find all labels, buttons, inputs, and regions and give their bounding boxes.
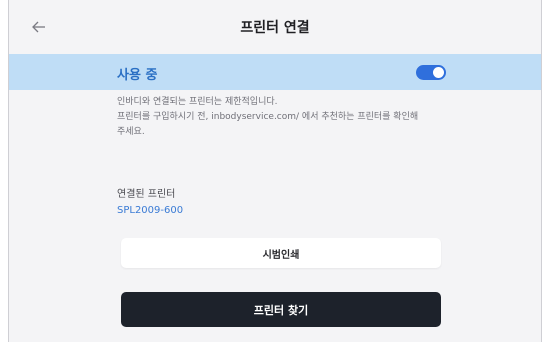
in-use-toggle[interactable] xyxy=(416,65,446,80)
printer-connection-screen: 프린터 연결 사용 중 인바디와 연결되는 프린터는 제한적입니다. 프린터를 … xyxy=(8,0,542,342)
header: 프린터 연결 xyxy=(9,0,541,54)
connected-printer-name: SPL2009-600 xyxy=(117,205,184,216)
notice-line: 인바디와 연결되는 프린터는 제한적입니다. xyxy=(117,97,278,107)
in-use-label: 사용 중 xyxy=(117,68,158,83)
connected-printer-label: 연결된 프린터 xyxy=(117,189,176,200)
test-print-button[interactable]: 시범인쇄 xyxy=(121,238,441,268)
find-printer-button[interactable]: 프린터 찾기 xyxy=(121,292,441,327)
notice-line: 주세요. xyxy=(117,127,145,137)
page-title: 프린터 연결 xyxy=(240,20,310,36)
notice-line: 프린터를 구입하시기 전, inbodyservice.com/ 에서 추천하는… xyxy=(117,112,419,122)
toggle-knob xyxy=(433,67,444,78)
printer-notice: 인바디와 연결되는 프린터는 제한적입니다. 프린터를 구입하시기 전, inb… xyxy=(117,95,457,140)
in-use-status-bar: 사용 중 xyxy=(9,54,541,90)
